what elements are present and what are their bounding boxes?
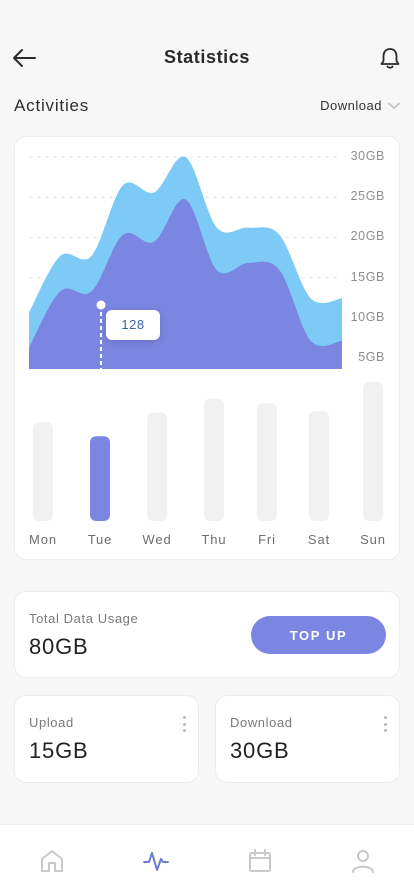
calendar-icon	[249, 849, 271, 872]
total-usage-card: Total Data Usage 80GB TOP UP	[14, 591, 400, 678]
activities-row: Activities Download	[14, 94, 400, 120]
y-tick-label: 5GB	[358, 350, 385, 364]
download-card: Download 30GB	[215, 695, 400, 783]
day-label-sat: Sat	[307, 532, 331, 547]
day-bar-sun[interactable]	[363, 382, 383, 521]
download-dropdown[interactable]: Download	[320, 98, 400, 113]
top-up-button[interactable]: TOP UP	[251, 616, 386, 654]
download-value: 30GB	[230, 738, 290, 763]
page-title: Statistics	[163, 47, 251, 67]
chevron-down-icon	[388, 102, 400, 109]
day-bar-wed[interactable]	[147, 412, 167, 521]
notifications-button[interactable]	[376, 44, 404, 72]
day-bar-mon[interactable]	[33, 422, 53, 521]
day-label-mon: Mon	[29, 532, 57, 547]
nav-calendar[interactable]	[246, 847, 274, 875]
day-bar-sat[interactable]	[309, 411, 329, 521]
day-bar-fri[interactable]	[257, 402, 277, 521]
y-tick-label: 20GB	[350, 229, 385, 244]
chart-tooltip: 128	[106, 310, 160, 340]
bottom-nav	[0, 824, 414, 896]
user-icon	[352, 850, 374, 873]
nav-activity[interactable]	[142, 847, 170, 875]
day-bar-thu[interactable]	[204, 398, 224, 521]
day-label-fri: Fri	[258, 532, 276, 547]
header: Statistics	[0, 36, 414, 80]
section-title: Activities	[14, 96, 90, 115]
usage-label: Total Data Usage	[29, 611, 139, 626]
dropdown-value: Download	[320, 98, 382, 113]
y-tick-label: 30GB	[350, 149, 385, 163]
upload-value: 15GB	[29, 738, 89, 763]
usage-value: 80GB	[29, 634, 89, 659]
day-label-wed: Wed	[142, 532, 172, 547]
upload-more-icon[interactable]	[180, 716, 188, 732]
activity-chart-card: 30GB 25GB 20GB 15GB 10GB 5GB 128 Mon Tue Wed Thu…	[14, 136, 400, 560]
download-more-icon[interactable]	[381, 716, 389, 732]
upload-label: Upload	[29, 715, 74, 730]
nav-profile[interactable]	[349, 847, 377, 875]
download-label: Download	[230, 715, 293, 730]
day-label-sun: Sun	[360, 532, 386, 547]
y-tick-label: 25GB	[350, 189, 385, 204]
bell-icon	[380, 48, 400, 69]
activity-icon	[143, 852, 169, 871]
activity-chart	[29, 156, 383, 521]
y-tick-label: 10GB	[350, 309, 385, 324]
y-tick-label: 15GB	[350, 269, 385, 284]
nav-home[interactable]	[38, 847, 66, 875]
upload-card: Upload 15GB	[14, 695, 199, 783]
selection-point[interactable]	[96, 300, 106, 310]
home-icon	[41, 850, 63, 872]
day-bar-tue[interactable]	[90, 436, 110, 521]
day-label-thu: Thu	[201, 532, 227, 547]
day-label-tue: Tue	[87, 532, 113, 547]
